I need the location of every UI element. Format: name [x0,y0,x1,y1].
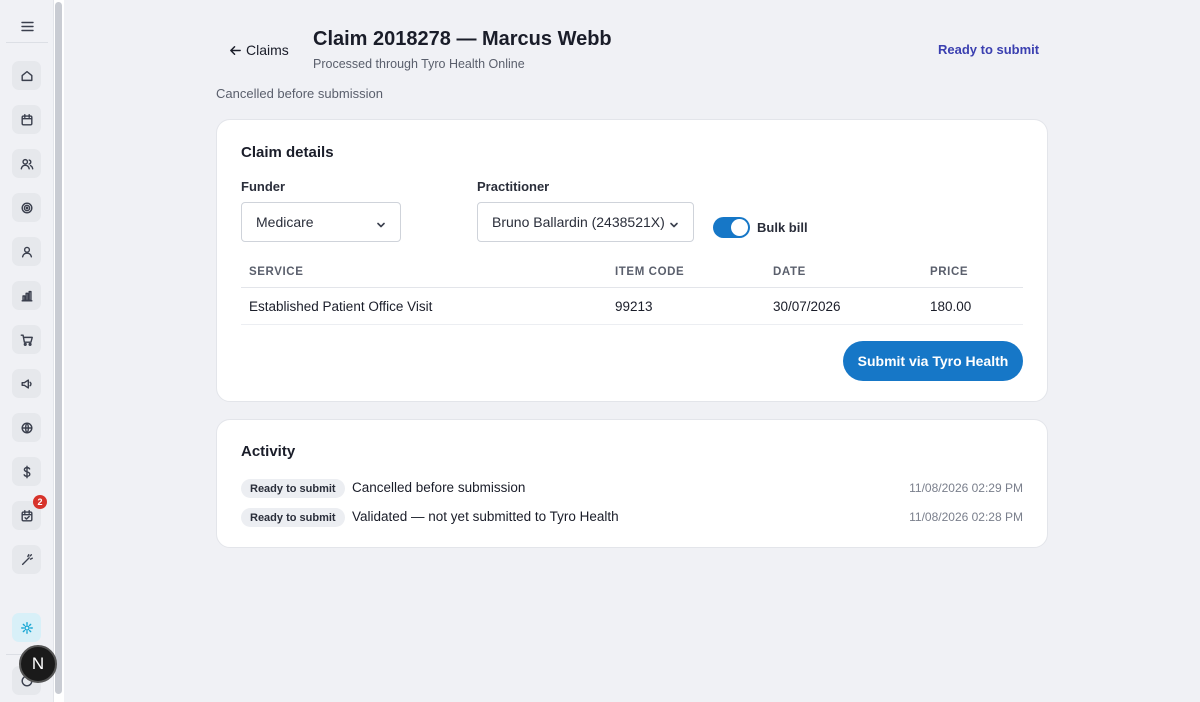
page-title: Claim 2018278 — Marcus Webb [313,28,612,50]
claim-details-card: Claim details Funder Medicare Practition… [216,119,1048,402]
services-table-header: SERVICE ITEM CODE DATE PRICE [241,260,1023,288]
column-header-service: SERVICE [249,266,304,278]
submit-via-tyro-button[interactable]: Submit via Tyro Health [843,341,1023,381]
calendar-icon [20,113,33,126]
users-icon [20,158,33,170]
sidebar-item-target[interactable] [12,193,41,222]
list-item: Ready to submit Cancelled before submiss… [241,479,1023,499]
notification-badge: 2 [33,495,47,509]
status-note: Cancelled before submission [216,86,383,101]
sidebar-item-cart[interactable] [12,325,41,354]
item-code-cell: 99213 [615,299,653,314]
sidebar-item-home[interactable] [12,61,41,90]
practitioner-select[interactable]: Bruno Ballardin (2438521X) [477,202,694,242]
table-row: Established Patient Office Visit 99213 3… [241,288,1023,325]
cart-icon [20,333,33,346]
sidebar-divider [6,42,48,43]
sidebar: 2 [0,0,54,702]
date-cell: 30/07/2026 [773,299,841,314]
claim-details-title: Claim details [241,144,334,161]
sidebar-item-calendar[interactable] [12,105,41,134]
sidebar-item-tasks[interactable]: 2 [12,495,47,530]
funder-value: Medicare [256,214,314,230]
sidebar-item-user[interactable] [12,237,41,266]
home-icon [20,70,33,81]
bulk-bill-toggle[interactable] [713,217,750,238]
activity-title: Activity [241,443,296,460]
bar-chart-icon [20,290,33,302]
back-to-claims-link[interactable]: Claims [229,41,289,59]
practitioner-value: Bruno Ballardin (2438521X) [492,214,665,230]
bulk-bill-label: Bulk bill [757,220,808,235]
funder-label: Funder [241,179,286,194]
sidebar-item-settings[interactable] [12,613,41,642]
column-header-price: PRICE [930,266,969,278]
back-link-label: Claims [246,42,289,58]
sidebar-item-automation[interactable] [12,545,41,574]
activity-card: Activity Ready to submit Cancelled befor… [216,419,1048,548]
activity-text: Cancelled before submission [352,480,526,495]
claim-status: Ready to submit [938,42,1040,57]
chevron-down-icon [669,217,679,228]
activity-timestamp: 11/08/2026 02:29 PM [909,481,1023,495]
price-cell: 180.00 [930,299,972,314]
activity-timestamp: 11/08/2026 02:28 PM [909,510,1023,524]
activity-text: Validated — not yet submitted to Tyro He… [352,509,619,524]
arrow-left-icon [230,45,241,55]
list-item: Ready to submit Validated — not yet subm… [241,508,1023,528]
column-header-item-code: ITEM CODE [615,266,685,278]
megaphone-icon [20,378,32,389]
service-cell: Established Patient Office Visit [249,299,433,314]
sidebar-item-users[interactable] [12,149,41,178]
menu-icon[interactable] [14,14,40,38]
globe-icon [20,421,33,434]
sidebar-item-online[interactable] [12,413,41,442]
sidebar-item-reports[interactable] [12,281,41,310]
dollar-icon [23,465,30,478]
sidebar-item-billing[interactable] [12,457,41,486]
sidebar-scrollbar[interactable] [55,2,62,694]
toggle-knob [731,219,748,236]
practitioner-label: Practitioner [477,179,550,194]
funder-select[interactable]: Medicare [241,202,401,242]
page-subtitle: Processed through Tyro Health Online [313,57,525,71]
avatar[interactable]: N [19,645,57,683]
status-badge: Ready to submit [241,479,345,498]
chevron-down-icon [376,217,386,228]
status-badge: Ready to submit [241,508,345,527]
magic-wand-icon [21,553,33,565]
settings-sun-icon [20,621,33,634]
calendar-check-icon [20,509,33,522]
column-header-date: DATE [773,266,806,278]
sidebar-item-marketing[interactable] [12,369,41,398]
user-icon [21,246,32,258]
target-icon [20,201,33,214]
